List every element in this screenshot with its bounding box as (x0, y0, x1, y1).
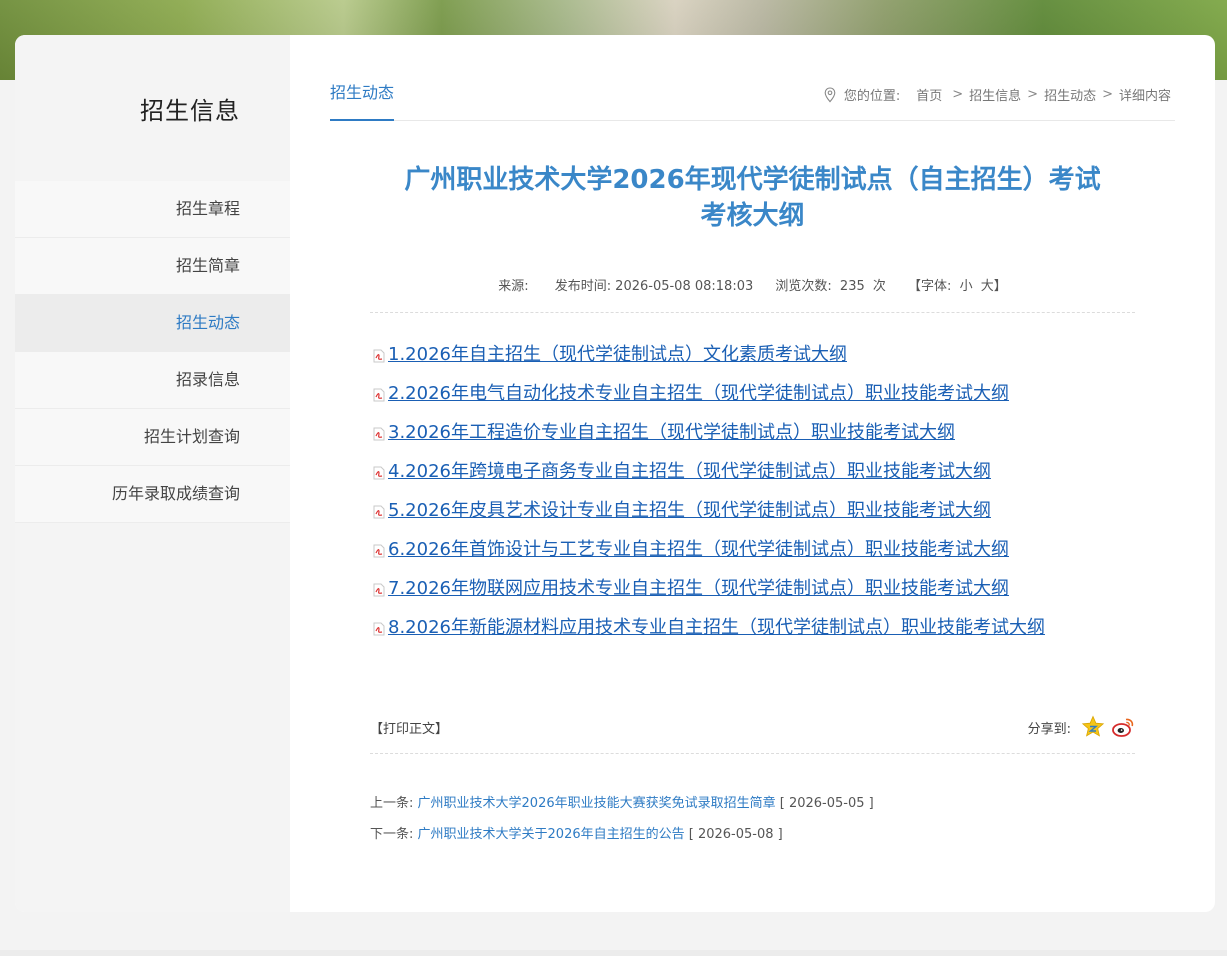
prev-date: [ 2026-05-05 ] (779, 796, 874, 811)
pdf-icon (373, 349, 385, 362)
divider (370, 753, 1135, 754)
prev-article-link[interactable]: 广州职业技术大学2026年职业技能大赛获奖免试录取招生简章 (418, 796, 776, 811)
font-size-label: 【字体: (908, 279, 952, 294)
tab-bar: 招生动态 您的位置: 首页 > 招生信息 > 招生动态 > 详细内容 (330, 75, 1175, 121)
breadcrumb-home[interactable]: 首页 (916, 85, 942, 104)
attachment-link[interactable]: 6.2026年首饰设计与工艺专业自主招生（现代学徒制试点）职业技能考试大纲 (388, 535, 1009, 561)
content-card: 招生信息 招生章程 招生简章 招生动态 招录信息 招生计划查询 历年录取成绩查询… (15, 35, 1215, 912)
article-title: 广州职业技术大学2026年现代学徒制试点（自主招生）考试 考核大纲 (370, 162, 1135, 234)
breadcrumb-separator: > (1102, 87, 1113, 102)
prev-label: 上一条: (370, 796, 414, 811)
footer-strip (0, 950, 1227, 956)
breadcrumb-separator: > (1027, 87, 1039, 102)
attachment-link[interactable]: 8.2026年新能源材料应用技术专业自主招生（现代学徒制试点）职业技能考试大纲 (388, 613, 1045, 639)
next-article-link[interactable]: 广州职业技术大学关于2026年自主招生的公告 (418, 827, 685, 842)
list-item: 5.2026年皮具艺术设计专业自主招生（现代学徒制试点）职业技能考试大纲 (373, 489, 1133, 528)
breadcrumb-lead: 您的位置: (843, 89, 901, 104)
divider (370, 312, 1135, 313)
attachment-link[interactable]: 3.2026年工程造价专业自主招生（现代学徒制试点）职业技能考试大纲 (388, 418, 955, 444)
next-article: 下一条: 广州职业技术大学关于2026年自主招生的公告 [ 2026-05-08… (370, 823, 783, 842)
pdf-icon (373, 544, 385, 557)
main-content: 招生动态 您的位置: 首页 > 招生信息 > 招生动态 > 详细内容 广州职业技… (290, 35, 1215, 912)
attachment-list: 1.2026年自主招生（现代学徒制试点）文化素质考试大纲 2.2026年电气自动… (373, 333, 1133, 645)
sidebar: 招生信息 招生章程 招生简章 招生动态 招录信息 招生计划查询 历年录取成绩查询 (15, 35, 290, 912)
location-pin-icon (824, 86, 836, 102)
article-title-line1: 广州职业技术大学2026年现代学徒制试点（自主招生）考试 (404, 165, 1101, 195)
print-button[interactable]: 【打印正文】 (370, 718, 448, 737)
sidebar-item-score-query[interactable]: 历年录取成绩查询 (15, 466, 290, 523)
attachment-link[interactable]: 7.2026年物联网应用技术专业自主招生（现代学徒制试点）职业技能考试大纲 (388, 574, 1009, 600)
sidebar-item-plan-query[interactable]: 招生计划查询 (15, 409, 290, 466)
prev-article: 上一条: 广州职业技术大学2026年职业技能大赛获奖免试录取招生简章 [ 202… (370, 792, 874, 811)
list-item: 7.2026年物联网应用技术专业自主招生（现代学徒制试点）职业技能考试大纲 (373, 567, 1133, 606)
next-label: 下一条: (370, 827, 414, 842)
attachment-link[interactable]: 1.2026年自主招生（现代学徒制试点）文化素质考试大纲 (388, 340, 847, 366)
breadcrumb-admission-news[interactable]: 招生动态 (1044, 85, 1096, 104)
article-title-line2: 考核大纲 (700, 201, 805, 231)
sidebar-item-enrollment-info[interactable]: 招录信息 (15, 352, 290, 409)
share-bar: 分享到: (1028, 715, 1135, 739)
list-item: 1.2026年自主招生（现代学徒制试点）文化素质考试大纲 (373, 333, 1133, 372)
list-item: 3.2026年工程造价专业自主招生（现代学徒制试点）职业技能考试大纲 (373, 411, 1133, 450)
next-date: [ 2026-05-08 ] (688, 827, 783, 842)
list-item: 8.2026年新能源材料应用技术专业自主招生（现代学徒制试点）职业技能考试大纲 (373, 606, 1133, 645)
views-unit: 次 (872, 279, 886, 294)
article-meta: 来源: 发布时间: 2026-05-08 08:18:03 浏览次数: 235 次… (370, 275, 1135, 294)
attachment-link[interactable]: 5.2026年皮具艺术设计专业自主招生（现代学徒制试点）职业技能考试大纲 (388, 496, 991, 522)
list-item: 2.2026年电气自动化技术专业自主招生（现代学徒制试点）职业技能考试大纲 (373, 372, 1133, 411)
sidebar-item-admission-news[interactable]: 招生动态 (15, 295, 290, 352)
sidebar-item-admission-brochure[interactable]: 招生简章 (15, 238, 290, 295)
list-item: 4.2026年跨境电子商务专业自主招生（现代学徒制试点）职业技能考试大纲 (373, 450, 1133, 489)
pdf-icon (373, 427, 385, 440)
tab-admission-news[interactable]: 招生动态 (330, 83, 394, 121)
breadcrumb-admission-info[interactable]: 招生信息 (969, 85, 1021, 104)
breadcrumb-detail: 详细内容 (1118, 89, 1171, 104)
pdf-icon (373, 505, 385, 518)
publish-time: 2026-05-08 08:18:03 (615, 279, 754, 294)
views-label: 浏览次数: (775, 279, 832, 294)
font-small-button[interactable]: 小 (960, 279, 973, 294)
weibo-icon[interactable] (1111, 715, 1135, 739)
sidebar-title: 招生信息 (140, 97, 240, 125)
sidebar-menu: 招生章程 招生简章 招生动态 招录信息 招生计划查询 历年录取成绩查询 (15, 181, 290, 523)
attachment-link[interactable]: 4.2026年跨境电子商务专业自主招生（现代学徒制试点）职业技能考试大纲 (388, 457, 991, 483)
breadcrumb-separator: > (952, 87, 964, 102)
pdf-icon (373, 466, 385, 479)
star-icon[interactable] (1081, 715, 1105, 739)
pdf-icon (373, 388, 385, 401)
views-count: 235 (839, 279, 865, 294)
publish-label: 发布时间: (554, 279, 612, 294)
source-label: 来源: (498, 279, 529, 294)
pdf-icon (373, 622, 385, 635)
share-label: 分享到: (1027, 721, 1071, 737)
sidebar-item-admission-charter[interactable]: 招生章程 (15, 181, 290, 238)
font-large-button[interactable]: 大】 (981, 279, 1007, 294)
pdf-icon (373, 583, 385, 596)
breadcrumb: 您的位置: 首页 > 招生信息 > 招生动态 > 详细内容 (824, 85, 1171, 104)
list-item: 6.2026年首饰设计与工艺专业自主招生（现代学徒制试点）职业技能考试大纲 (373, 528, 1133, 567)
attachment-link[interactable]: 2.2026年电气自动化技术专业自主招生（现代学徒制试点）职业技能考试大纲 (388, 379, 1009, 405)
